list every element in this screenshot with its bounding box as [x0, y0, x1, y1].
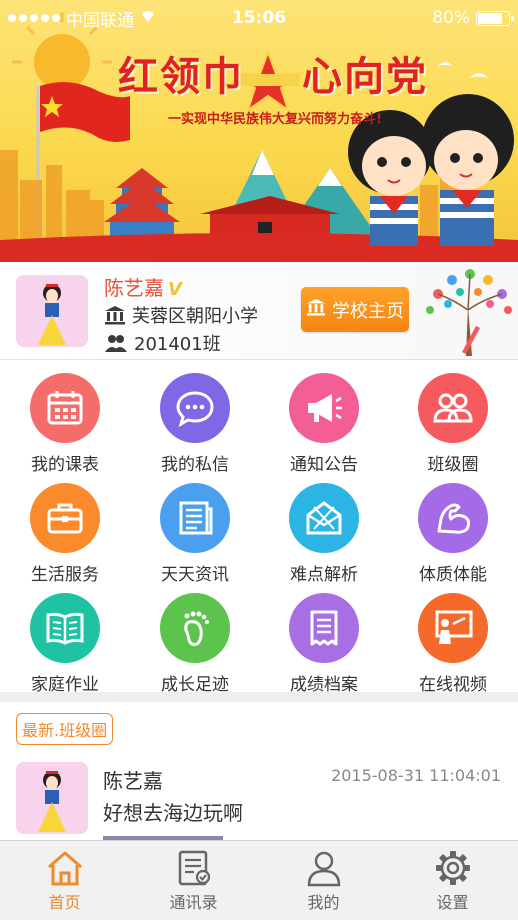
post-text: 好想去海边玩啊	[103, 801, 243, 825]
school-homepage-label: 学校主页	[332, 300, 404, 322]
post-timestamp: 2015-08-31 11:04:01	[331, 766, 501, 785]
banner-subtitle: 一实现中华民族伟大复兴而努力奋斗!	[168, 112, 382, 127]
menu-item-growth-footprints[interactable]: 成长足迹	[130, 582, 260, 695]
menu-item-life-service[interactable]: 生活服务	[0, 472, 130, 585]
avatar-princess-image	[16, 762, 88, 834]
status-bar: 中国联通 15:06 80%	[0, 0, 518, 36]
geometry-icon	[289, 483, 359, 553]
function-grid: 我的课表 我的私信 通知公告 班级圈 生活服务 天天资讯 难点解析 体质体能 家…	[0, 362, 518, 695]
tab-label: 我的	[307, 893, 340, 912]
megaphone-icon	[289, 373, 359, 443]
school-name: 芙蓉区朝阳小学	[132, 306, 258, 327]
tab-settings[interactable]: 设置	[388, 841, 517, 921]
person-icon	[307, 851, 340, 887]
banner[interactable]: 中国联通 15:06 80% 红领巾 心向党 一实现中华民族伟大复兴而努力奋斗!	[0, 0, 518, 262]
menu-item-class-circle[interactable]: 班级圈	[388, 362, 518, 475]
tab-label: 通讯录	[169, 893, 218, 912]
profile-card: 陈艺嘉 V 芙蓉区朝阳小学 201401班 学校主页	[0, 262, 518, 360]
group-icon	[418, 373, 488, 443]
bottom-tab-bar: 首页 通讯录 我的 设置	[0, 840, 518, 920]
school-homepage-button[interactable]: 学校主页	[301, 287, 409, 332]
banner-title: 红领巾 心向党	[118, 44, 428, 102]
avatar[interactable]	[16, 762, 88, 834]
banner-title-right: 心向党	[302, 53, 428, 100]
contacts-icon	[178, 850, 210, 886]
menu-item-daily-news[interactable]: 天天资讯	[130, 472, 260, 585]
status-time: 15:06	[231, 8, 287, 28]
home-icon	[47, 851, 82, 886]
muscle-arm-icon	[418, 483, 488, 553]
battery-icon	[476, 10, 514, 26]
class-row: 201401班	[104, 330, 221, 356]
calendar-icon	[30, 373, 100, 443]
tab-label: 首页	[48, 893, 81, 912]
avatar[interactable]	[16, 275, 88, 347]
receipt-icon	[289, 593, 359, 663]
knowledge-tree-icon	[426, 269, 512, 356]
banner-illustration	[0, 12, 518, 262]
gear-icon	[435, 851, 470, 885]
avatar-princess-image	[16, 275, 88, 347]
teacher-board-icon	[418, 593, 488, 663]
chat-bubble-icon	[160, 373, 230, 443]
footprint-icon	[160, 593, 230, 663]
post-author: 陈艺嘉	[103, 769, 163, 793]
vip-badge: V	[168, 279, 182, 300]
latest-class-circle-tag[interactable]: 最新.班级圈	[16, 713, 114, 745]
menu-item-schedule[interactable]: 我的课表	[0, 362, 130, 475]
school-building-icon	[306, 298, 326, 321]
section-divider	[0, 692, 518, 702]
tab-profile[interactable]: 我的	[259, 841, 388, 921]
class-group-icon	[104, 333, 128, 353]
menu-item-grade-records[interactable]: 成绩档案	[259, 582, 389, 695]
news-icon	[160, 483, 230, 553]
school-row: 芙蓉区朝阳小学	[104, 302, 258, 328]
student-name-text: 陈艺嘉	[104, 276, 164, 300]
tab-home[interactable]: 首页	[0, 841, 129, 921]
tab-contacts[interactable]: 通讯录	[129, 841, 258, 921]
menu-item-difficulty-analysis[interactable]: 难点解析	[259, 472, 389, 585]
tab-label: 设置	[436, 893, 469, 912]
open-book-icon	[30, 593, 100, 663]
class-name: 201401班	[134, 334, 221, 355]
menu-item-fitness[interactable]: 体质体能	[388, 472, 518, 585]
banner-title-left: 红领巾	[118, 53, 244, 100]
school-building-icon	[104, 305, 126, 325]
class-circle-feed: 最新.班级圈 陈艺嘉 2015-08-31 11:04:01 好想去海边玩啊	[0, 702, 518, 840]
student-name: 陈艺嘉 V	[104, 272, 182, 301]
briefcase-icon	[30, 483, 100, 553]
menu-item-homework[interactable]: 家庭作业	[0, 582, 130, 695]
menu-item-messages[interactable]: 我的私信	[130, 362, 260, 475]
menu-item-online-video[interactable]: 在线视频	[388, 582, 518, 695]
menu-item-notices[interactable]: 通知公告	[259, 362, 389, 475]
